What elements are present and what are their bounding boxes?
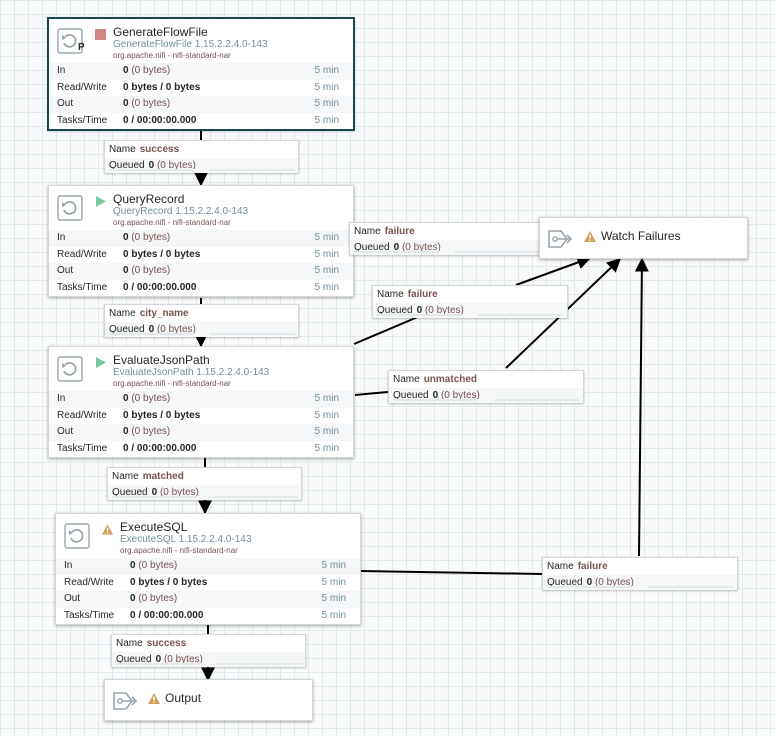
processor-bundle: org.apache.nifi - nifi-standard-nar <box>120 546 238 555</box>
stat-read-write: Read/Write 0 bytes / 0 bytes 5 min <box>57 248 339 260</box>
edge-evaluate-unmatched-a <box>354 391 389 396</box>
connection-label-city-name[interactable]: Name city_name Queued 0 (0 bytes) <box>104 304 299 337</box>
processor-executesql[interactable]: ExecuteSQL ExecuteSQL 1.15.2.2.4.0-143 o… <box>55 513 361 625</box>
processor-name[interactable]: GenerateFlowFile <box>113 25 208 39</box>
stat-out: Out 0 (0 bytes) 5 min <box>49 96 353 113</box>
processor-stats: In 0 (0 bytes) 5 min Read/Write 0 bytes / 0… <box>49 391 353 457</box>
queue-size-bar <box>494 399 579 401</box>
processor-stats: In 0 (0 bytes) 5 min Read/Write 0 bytes / 0… <box>56 558 360 624</box>
connection-label-success[interactable]: Name success Queued 0 (0 bytes) <box>104 140 299 173</box>
running-icon <box>96 196 106 207</box>
edge-failure-watch <box>634 257 649 557</box>
queue-size-bar <box>478 314 563 316</box>
queue-count-bar <box>112 496 197 498</box>
processor-stats: In 0 (0 bytes) 5 min Read/Write 0 bytes / 0… <box>49 230 353 296</box>
stat-read-write: Read/Write 0 bytes / 0 bytes 5 min <box>57 81 339 93</box>
edge-evaluate-failure-a <box>353 315 421 345</box>
stat-in: In 0 (0 bytes) 5 min <box>49 230 353 247</box>
queue-count-bar <box>109 169 194 171</box>
queue-count-bar <box>354 251 439 253</box>
queue-count-bar <box>393 399 478 401</box>
processor-bundle: org.apache.nifi - nifi-standard-nar <box>113 51 231 60</box>
connection-label-unmatched[interactable]: Name unmatched Queued 0 (0 bytes) <box>388 370 584 403</box>
stat-out: Out 0 (0 bytes) 5 min <box>49 263 353 280</box>
port-name[interactable]: Output <box>165 691 201 705</box>
stat-in: In 0 (0 bytes) 5 min <box>49 63 353 80</box>
connection-label-failure[interactable]: Name failure Queued 0 (0 bytes) <box>349 222 545 255</box>
output-port-icon <box>113 692 138 710</box>
processor-type: EvaluateJsonPath 1.15.2.2.4.0-143 <box>113 367 270 378</box>
stat-tasks-time: Tasks/Time 0 / 00:00:00.000 5 min <box>64 609 346 621</box>
queue-count-bar <box>109 333 194 335</box>
stat-read-write: Read/Write 0 bytes / 0 bytes 5 min <box>57 409 339 421</box>
stat-tasks-time: Tasks/Time 0 / 00:00:00.000 5 min <box>57 114 339 126</box>
connection-label-failure[interactable]: Name failure Queued 0 (0 bytes) <box>372 285 568 318</box>
stat-in: In 0 (0 bytes) 5 min <box>49 391 353 408</box>
output-port-output[interactable]: Output <box>104 679 313 721</box>
stat-tasks-time: Tasks/Time 0 / 00:00:00.000 5 min <box>57 442 339 454</box>
processor-icon <box>57 356 83 382</box>
output-port-watch-failures[interactable]: Watch Failures <box>539 217 748 259</box>
connection-label-failure[interactable]: Name failure Queued 0 (0 bytes) <box>542 557 738 590</box>
processor-icon <box>57 195 83 221</box>
edge-evaluate-failure-b <box>515 255 592 286</box>
processor-stats: In 0 (0 bytes) 5 min Read/Write 0 bytes / 0… <box>49 63 353 129</box>
running-icon <box>96 357 106 368</box>
processor-bundle: org.apache.nifi - nifi-standard-nar <box>113 218 231 227</box>
processor-name[interactable]: ExecuteSQL <box>120 520 187 534</box>
flow-canvas[interactable]: P GenerateFlowFile GenerateFlowFile 1.15… <box>0 0 775 736</box>
processor-type: ExecuteSQL 1.15.2.2.4.0-143 <box>120 534 252 545</box>
stopped-icon <box>95 29 106 40</box>
queue-size-bar <box>217 663 302 665</box>
port-name[interactable]: Watch Failures <box>601 229 681 243</box>
queue-count-bar <box>377 314 462 316</box>
stat-in: In 0 (0 bytes) 5 min <box>56 558 360 575</box>
queue-size-bar <box>210 169 295 171</box>
stat-read-write: Read/Write 0 bytes / 0 bytes 5 min <box>64 576 346 588</box>
processor-icon <box>64 523 90 549</box>
queue-count-bar <box>547 586 632 588</box>
processor-generateflowfile[interactable]: P GenerateFlowFile GenerateFlowFile 1.15… <box>48 18 354 130</box>
warning-icon <box>102 524 113 535</box>
stat-out: Out 0 (0 bytes) 5 min <box>49 424 353 441</box>
queue-size-bar <box>455 251 540 253</box>
stat-tasks-time: Tasks/Time 0 / 00:00:00.000 5 min <box>57 281 339 293</box>
stat-out: Out 0 (0 bytes) 5 min <box>56 591 360 608</box>
connection-label-matched[interactable]: Name matched Queued 0 (0 bytes) <box>107 467 302 500</box>
queue-size-bar <box>213 496 298 498</box>
processor-type: GenerateFlowFile 1.15.2.2.4.0-143 <box>113 39 268 50</box>
warning-icon <box>584 231 596 242</box>
processor-bundle: org.apache.nifi - nifi-standard-nar <box>113 379 231 388</box>
warning-icon <box>148 693 160 704</box>
output-port-icon <box>548 230 573 248</box>
queue-size-bar <box>210 333 295 335</box>
queue-size-bar <box>648 586 733 588</box>
processor-evaluatejsonpath[interactable]: EvaluateJsonPath EvaluateJsonPath 1.15.2… <box>48 346 354 458</box>
processor-queryrecord[interactable]: QueryRecord QueryRecord 1.15.2.2.4.0-143… <box>48 185 354 297</box>
processor-name[interactable]: EvaluateJsonPath <box>113 353 210 367</box>
queue-count-bar <box>116 663 201 665</box>
primary-node-badge: P <box>78 42 85 53</box>
processor-name[interactable]: QueryRecord <box>113 192 184 206</box>
connection-label-success[interactable]: Name success Queued 0 (0 bytes) <box>111 634 306 667</box>
processor-type: QueryRecord 1.15.2.2.4.0-143 <box>113 206 249 217</box>
edge-execute-failure <box>360 570 543 575</box>
